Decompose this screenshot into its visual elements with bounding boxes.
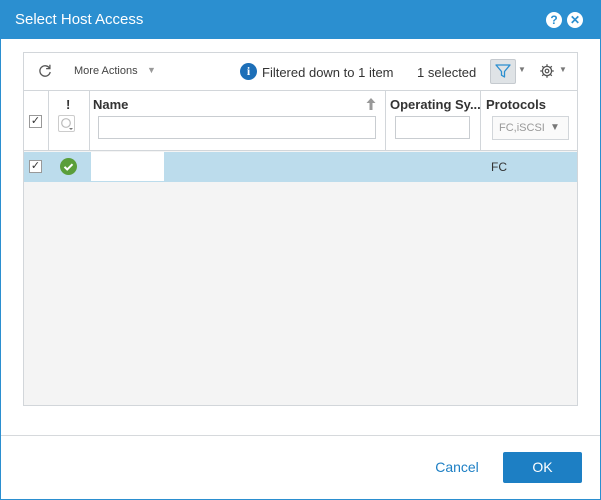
os-column-label: Operating Sy...	[390, 97, 481, 112]
dialog-title: Select Host Access	[15, 11, 144, 28]
name-filter-input[interactable]	[98, 116, 376, 139]
more-actions-button[interactable]: More Actions	[74, 65, 138, 77]
table-row[interactable]: ✓ FC	[24, 152, 577, 182]
close-icon[interactable]: ✕	[567, 12, 583, 28]
os-filter-input[interactable]	[395, 116, 470, 139]
chevron-down-icon: ▼	[550, 122, 560, 133]
select-host-access-dialog: Select Host Access ? ✕ More Actions ▼ i …	[0, 0, 601, 500]
cancel-button[interactable]: Cancel	[427, 457, 487, 477]
host-grid-panel: More Actions ▼ i Filtered down to 1 item…	[23, 52, 578, 406]
protocols-filter-select[interactable]: FC,iSCSI ▼	[492, 116, 569, 140]
filter-icon	[495, 64, 511, 78]
os-column-header[interactable]: Operating Sy...	[386, 91, 481, 151]
gear-icon[interactable]	[539, 63, 555, 79]
settings-menu-chevron-icon[interactable]: ▼	[559, 65, 567, 74]
status-ok-icon	[60, 158, 77, 175]
grid-toolbar: More Actions ▼ i Filtered down to 1 item…	[24, 53, 577, 91]
help-icon[interactable]: ?	[546, 12, 562, 28]
refresh-icon[interactable]	[37, 63, 53, 79]
filter-status-text: Filtered down to 1 item	[262, 65, 394, 80]
filter-menu-chevron-icon[interactable]: ▼	[518, 65, 526, 74]
status-filter-icon	[61, 118, 73, 130]
name-column-header[interactable]: Name	[90, 91, 386, 151]
host-name-cell	[91, 152, 164, 181]
protocols-column-label: Protocols	[486, 97, 546, 112]
chevron-down-icon[interactable]: ▼	[147, 65, 156, 75]
status-column-header[interactable]: !	[49, 91, 90, 151]
selection-count: 1 selected	[417, 65, 477, 80]
sort-ascending-icon[interactable]	[365, 97, 377, 111]
host-protocols-cell: FC	[491, 160, 507, 174]
footer-divider	[1, 435, 600, 436]
row-checkbox[interactable]: ✓	[29, 160, 42, 173]
grid-header: ✓ ! Name Operating Sy... Protocols FC,iS…	[24, 91, 577, 151]
status-filter-dropdown[interactable]	[58, 115, 75, 132]
select-all-checkbox[interactable]: ✓	[29, 115, 42, 128]
ok-button[interactable]: OK	[503, 452, 582, 483]
dialog-titlebar: Select Host Access ? ✕	[1, 1, 600, 39]
status-column-label: !	[66, 97, 71, 112]
select-all-column: ✓	[24, 91, 49, 151]
filter-toggle-button[interactable]	[490, 59, 516, 84]
info-icon: i	[240, 63, 257, 80]
name-column-label: Name	[93, 97, 129, 112]
protocols-filter-value: FC,iSCSI	[499, 122, 545, 134]
